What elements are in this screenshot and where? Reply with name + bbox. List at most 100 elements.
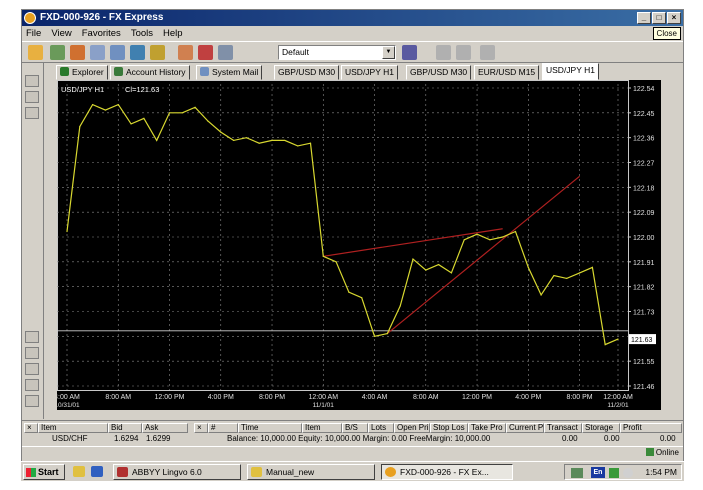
- scroll-icon[interactable]: [25, 331, 39, 343]
- col-open-price[interactable]: Open Pri: [394, 423, 430, 433]
- minimize-button[interactable]: _: [637, 12, 651, 24]
- col-bid[interactable]: Bid: [108, 423, 142, 433]
- tab-usdjpy-h1[interactable]: USD/JPY H1: [341, 65, 398, 80]
- task-fx-express[interactable]: FXD-000-926 - FX Ex...: [381, 464, 513, 480]
- col-number[interactable]: #: [208, 423, 238, 433]
- price-chart[interactable]: 122.54 122.45 122.36 122.27 122.18 122.09 122.…: [57, 80, 661, 410]
- y-tick-label: 122.45: [633, 111, 655, 118]
- col-item[interactable]: Item: [302, 423, 342, 433]
- candle-icon[interactable]: [25, 395, 39, 407]
- save-icon[interactable]: [218, 45, 233, 60]
- menu-file[interactable]: File: [26, 28, 41, 39]
- quote-ask: 1.6299: [146, 434, 171, 443]
- tab-usdjpy-h1-active[interactable]: USD/JPY H1: [542, 63, 599, 80]
- trendline: [386, 175, 580, 335]
- zoom-in-icon[interactable]: [25, 347, 39, 359]
- tab-account-history[interactable]: Account History: [110, 65, 190, 80]
- col-stop-loss[interactable]: Stop Los: [430, 423, 468, 433]
- tab-gbpusd-m30-2[interactable]: GBP/USD M30: [406, 65, 472, 80]
- profile-select[interactable]: Default ▼: [278, 45, 396, 60]
- col-current-price[interactable]: Current P: [506, 423, 544, 433]
- tray-app-icon[interactable]: [609, 468, 619, 478]
- col-time[interactable]: Time: [238, 423, 302, 433]
- terminal-icon[interactable]: [25, 107, 39, 119]
- quicklaunch-desktop-icon[interactable]: [73, 466, 85, 477]
- crosshair-icon[interactable]: [436, 45, 451, 60]
- y-tick-label: 122.09: [633, 210, 655, 217]
- lingvo-icon: [117, 467, 128, 477]
- summary-transaction: 0.00: [562, 434, 578, 443]
- price-point: [438, 263, 440, 266]
- tools-icon[interactable]: [178, 45, 193, 60]
- price-point: [348, 291, 350, 293]
- tab-system-mail[interactable]: System Mail: [196, 65, 263, 80]
- col-lots[interactable]: Lots: [368, 423, 394, 433]
- title-bar[interactable]: FXD-000-926 - FX Express _ □ ×: [22, 10, 683, 26]
- tab-label: Account History: [126, 67, 186, 77]
- x-tick-label: 12:00 AM: [308, 394, 338, 401]
- tab-eurusd-m15[interactable]: EUR/USD M15: [474, 65, 540, 80]
- task-abbyy-lingvo[interactable]: ABBYY Lingvo 6.0: [113, 464, 241, 480]
- zoom-out-icon[interactable]: [25, 363, 39, 375]
- language-indicator[interactable]: En: [591, 467, 605, 478]
- menu-help[interactable]: Help: [163, 28, 183, 39]
- quote-bid: 1.6294: [114, 434, 139, 443]
- col-transaction[interactable]: Transact: [544, 423, 582, 433]
- current-price-label: 121.63: [631, 337, 653, 344]
- globe-icon[interactable]: [130, 45, 145, 60]
- menu-tools[interactable]: Tools: [131, 28, 153, 39]
- plot-frame: [57, 80, 629, 391]
- network-icon[interactable]: [571, 468, 583, 478]
- tab-explorer[interactable]: Explorer: [56, 65, 108, 80]
- col-storage[interactable]: Storage: [582, 423, 620, 433]
- arrow-icon[interactable]: [480, 45, 495, 60]
- panel-close-icon[interactable]: ×: [194, 423, 208, 433]
- chevron-down-icon[interactable]: ▼: [382, 46, 395, 59]
- new-order-icon[interactable]: [28, 45, 43, 60]
- tab-label: GBP/USD M30: [410, 67, 468, 77]
- x-tick-label: 4:00 PM: [208, 394, 234, 401]
- x-tick-label: 12:00 PM: [462, 394, 492, 401]
- market-watch-icon[interactable]: [25, 91, 39, 103]
- y-tick-label: 122.54: [633, 86, 655, 93]
- history-icon[interactable]: [50, 45, 65, 60]
- accounts-icon[interactable]: [70, 45, 85, 60]
- maximize-button[interactable]: □: [652, 12, 666, 24]
- menu-view[interactable]: View: [51, 28, 71, 39]
- tab-label: GBP/USD M30: [278, 67, 336, 77]
- menu-favorites[interactable]: Favorites: [82, 28, 121, 39]
- col-buy-sell[interactable]: B/S: [342, 423, 368, 433]
- chart-canvas[interactable]: 122.54 122.45 122.36 122.27 122.18 122.09 122.…: [57, 80, 661, 410]
- settings-icon[interactable]: [150, 45, 165, 60]
- quote-symbol[interactable]: USD/CHF: [52, 434, 88, 443]
- price-point: [578, 272, 581, 274]
- price-point: [514, 230, 517, 233]
- task-manual-new[interactable]: Manual_new: [247, 464, 375, 480]
- clock: 1:54 PM: [645, 467, 677, 477]
- tab-label: USD/JPY H1: [546, 65, 595, 75]
- tab-gbpusd-m30[interactable]: GBP/USD M30: [274, 65, 340, 80]
- indicators-icon[interactable]: [402, 45, 417, 60]
- bar-chart-icon[interactable]: [25, 379, 39, 391]
- start-button[interactable]: Start: [23, 464, 65, 480]
- volume-icon[interactable]: [623, 468, 633, 478]
- close-button[interactable]: ×: [667, 12, 681, 24]
- navigator-icon[interactable]: [25, 75, 39, 87]
- panel-close-icon[interactable]: ×: [24, 423, 38, 433]
- trendline-icon[interactable]: [456, 45, 471, 60]
- x-tick-label: 4:00 PM: [515, 394, 541, 401]
- col-item[interactable]: Item: [38, 423, 108, 433]
- y-tick-label: 121.73: [633, 310, 655, 317]
- print-icon[interactable]: [110, 45, 125, 60]
- price-point: [297, 145, 299, 147]
- price-point: [245, 137, 247, 139]
- stop-icon[interactable]: [198, 45, 213, 60]
- quicklaunch-media-icon[interactable]: [91, 466, 103, 477]
- chart-icon[interactable]: [90, 45, 105, 60]
- col-profit[interactable]: Profit: [620, 423, 682, 433]
- col-take-profit[interactable]: Take Pro: [468, 423, 506, 433]
- task-label: FXD-000-926 - FX Ex...: [400, 467, 489, 477]
- price-point: [463, 239, 465, 241]
- col-ask[interactable]: Ask: [142, 423, 188, 433]
- price-point: [604, 344, 606, 346]
